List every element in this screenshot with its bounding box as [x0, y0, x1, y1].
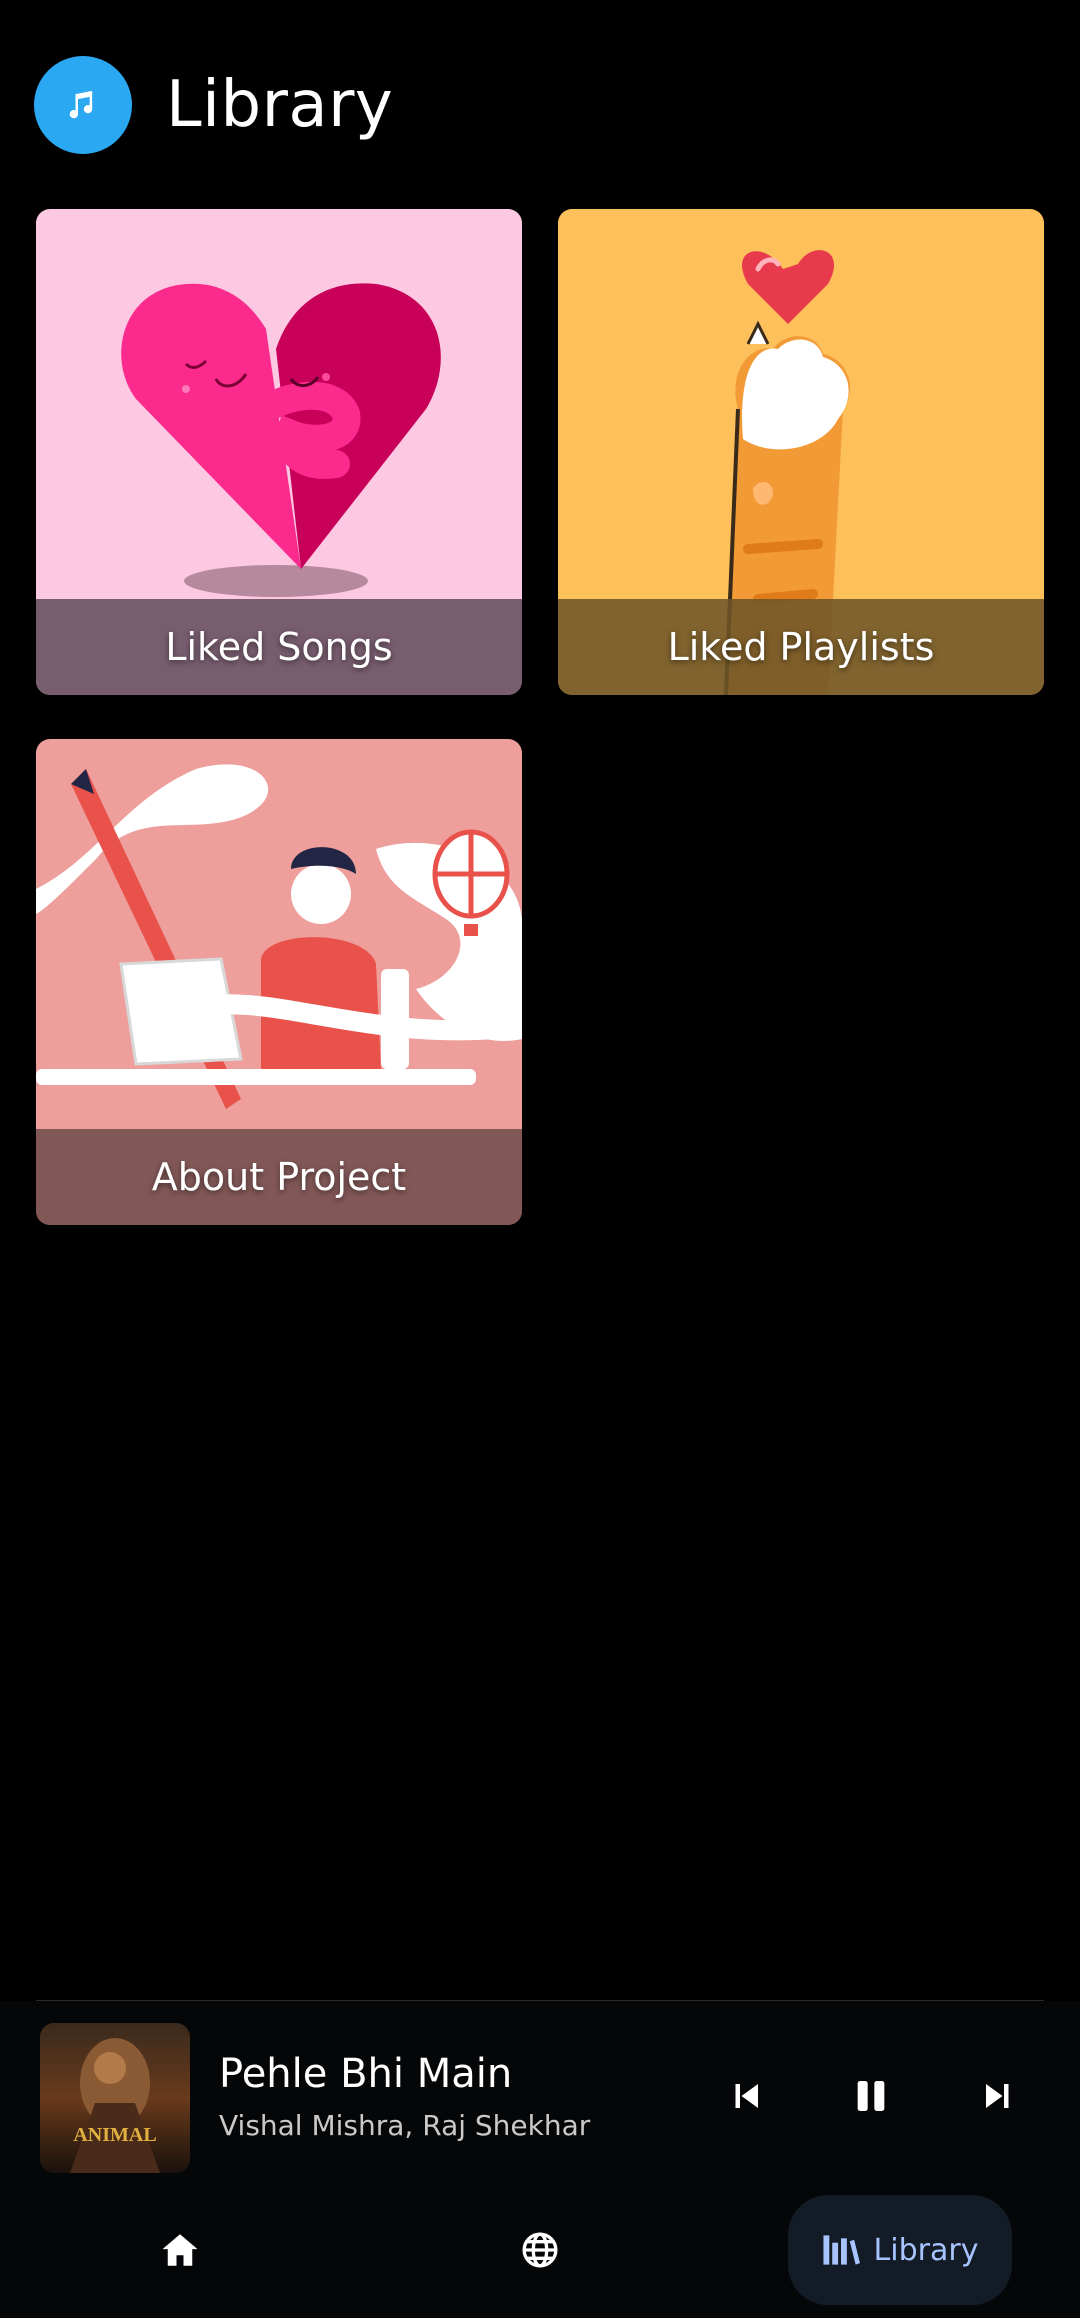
library-screen: Library Liked Songs Liked Playlists Abou… — [0, 0, 1080, 2318]
about-project-label: About Project — [36, 1129, 522, 1225]
music-note-icon[interactable] — [34, 56, 132, 154]
song-info[interactable]: Pehle Bhi Main Vishal Mishra, Raj Shekha… — [219, 2051, 590, 2142]
song-artist: Vishal Mishra, Raj Shekhar — [219, 2109, 591, 2142]
bottom-navigation: Library — [0, 2191, 1080, 2318]
svg-text:ANIMAL: ANIMAL — [73, 2124, 156, 2146]
pause-icon[interactable] — [836, 2061, 906, 2131]
album-art[interactable]: ANIMAL — [40, 2023, 190, 2173]
skip-next-icon[interactable] — [963, 2061, 1033, 2131]
nav-explore[interactable] — [485, 2195, 595, 2305]
liked-songs-card[interactable]: Liked Songs — [36, 209, 522, 695]
mini-player[interactable]: ANIMAL Pehle Bhi Main Vishal Mishra, Raj… — [0, 2001, 1080, 2191]
nav-library-label: Library — [873, 2232, 979, 2268]
nav-home[interactable] — [125, 2195, 235, 2305]
skip-previous-icon[interactable] — [711, 2061, 781, 2131]
library-icon — [823, 2235, 860, 2265]
song-title: Pehle Bhi Main — [219, 2051, 513, 2097]
liked-songs-label: Liked Songs — [36, 599, 522, 695]
page-title: Library — [166, 68, 394, 142]
liked-playlists-card[interactable]: Liked Playlists — [558, 209, 1044, 695]
header: Library — [34, 56, 393, 154]
liked-playlists-label: Liked Playlists — [558, 599, 1044, 695]
about-project-card[interactable]: About Project — [36, 739, 522, 1225]
home-icon — [162, 2234, 198, 2266]
globe-icon — [522, 2232, 558, 2268]
nav-library[interactable]: Library — [788, 2195, 1012, 2305]
